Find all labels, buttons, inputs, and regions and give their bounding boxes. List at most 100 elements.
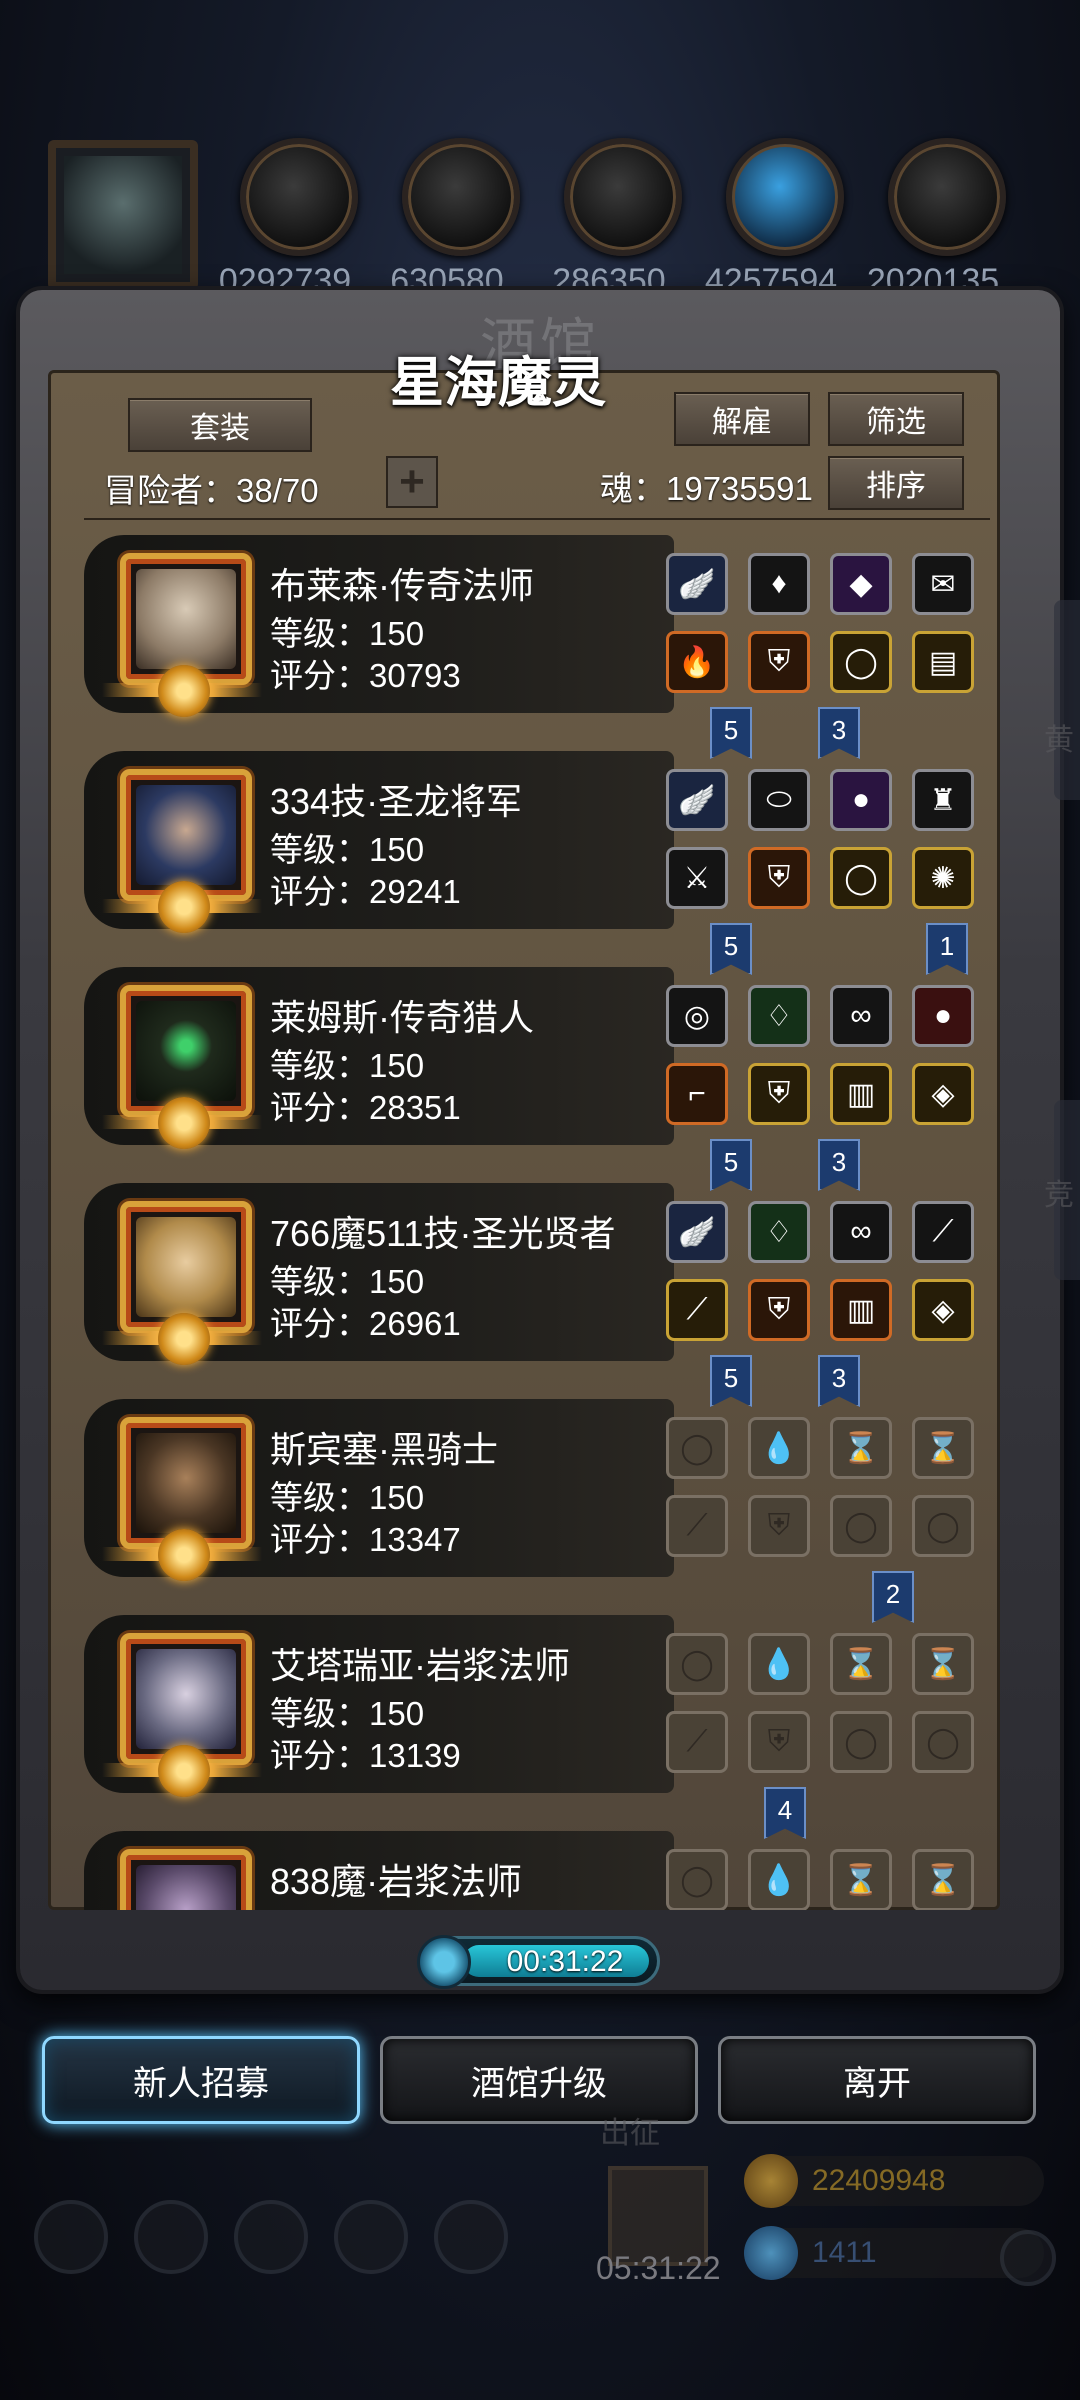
sword-equip-icon[interactable]: ⚔ [666,847,728,909]
wand-equip-icon[interactable]: ⟋ [912,1201,974,1263]
hero-list[interactable]: 布莱森·传奇法师 等级：150 评分：30793 🪽 ♦ ◆ ✉ 🔥 ⛨ ◯ ▤… [84,535,996,1910]
rank-emblem-icon [158,1313,210,1365]
wing-equip-icon[interactable]: 🪽 [666,769,728,831]
crystal-equip-icon[interactable]: ♢ [748,1201,810,1263]
gold-icon [744,2154,798,2208]
outfit-button[interactable]: 套装 [128,398,312,452]
armor-equip-icon[interactable]: ⛨ [748,847,810,909]
staff-equip-icon[interactable]: ⟋ [666,1279,728,1341]
mail-icon [334,2200,408,2274]
gem-bar: 1411 [744,2226,1044,2280]
hero-card[interactable]: 艾塔瑞亚·岩浆法师 等级：150 评分：13139 [84,1615,674,1797]
adventurer-count: 冒险者：38/70 [104,472,319,509]
enhance-badge: 5 [710,1355,752,1407]
hero-name: 334技·圣龙将军 [270,781,523,822]
resource-crystal-icon [726,138,844,256]
resource-iron-icon [564,138,682,256]
ruby-equip-icon[interactable]: ● [912,985,974,1047]
resource-stone-icon [888,138,1006,256]
empty-armor-slot-icon[interactable]: ⛨ [748,1711,810,1773]
gem-icon [744,2226,798,2280]
empty-crystal-slot-icon[interactable]: 💧 [748,1417,810,1479]
empty-ring-slot-icon[interactable]: ◯ [912,1495,974,1557]
crystal-equip-icon[interactable]: ♢ [748,985,810,1047]
hero-icon [434,2200,508,2274]
enhance-badge: 5 [710,707,752,759]
gauntlet-equip-icon[interactable]: ▥ [830,1063,892,1125]
panel-title: 星海魔灵 [390,353,606,413]
leave-button[interactable]: 离开 [718,2036,1036,2124]
gun-equip-icon[interactable]: ⌐ [666,1063,728,1125]
hero-card[interactable]: 布莱森·传奇法师 等级：150 评分：30793 [84,535,674,717]
book-equip-icon[interactable]: ▤ [912,631,974,693]
shield-equip-icon[interactable]: ◈ [912,1063,974,1125]
hero-level: 等级：150 [270,831,425,868]
hero-card[interactable]: 莱姆斯·传奇猎人 等级：150 评分：28351 [84,967,674,1149]
hero-name: 艾塔瑞亚·岩浆法师 [270,1645,570,1686]
filter-button[interactable]: 筛选 [828,392,964,446]
add-slot-button[interactable]: + [386,456,438,508]
gem-equip-icon[interactable]: ◆ [830,553,892,615]
scroll-equip-icon[interactable]: ✉ [912,553,974,615]
dismiss-button[interactable]: 解雇 [674,392,810,446]
wing-equip-icon[interactable]: 🪽 [666,1201,728,1263]
empty-ring-slot-icon[interactable]: ◯ [830,1711,892,1773]
hero-card[interactable]: 838魔·岩浆法师 [84,1831,674,1910]
pendant-equip-icon[interactable]: ♦ [748,553,810,615]
staff-equip-icon[interactable]: 🔥 [666,631,728,693]
empty-staff-slot-icon[interactable]: ⟋ [666,1711,728,1773]
hero-card[interactable]: 766魔511技·圣光贤者 等级：150 评分：26961 [84,1183,674,1365]
cloak-equip-icon[interactable]: ♜ [912,769,974,831]
hero-score: 评分：13139 [270,1737,461,1774]
empty-belt-slot-icon[interactable]: ◯ [666,1849,728,1910]
empty-accessory-slot-icon[interactable]: ⌛ [912,1633,974,1695]
empty-accessory-slot-icon[interactable]: ⌛ [912,1417,974,1479]
empty-accessory-slot-icon[interactable]: ⌛ [830,1849,892,1910]
ring-equip-icon[interactable]: ◯ [830,847,892,909]
bracer-equip-icon[interactable]: ⬭ [748,769,810,831]
armor-equip-icon[interactable]: ⛨ [748,631,810,693]
rank-emblem-icon [158,665,210,717]
rank-emblem-icon [158,1529,210,1581]
hero-card[interactable]: 334技·圣龙将军 等级：150 评分：29241 [84,751,674,933]
hero-card[interactable]: 斯宾塞·黑骑士 等级：150 评分：13347 [84,1399,674,1581]
wing-equip-icon[interactable]: 🪽 [666,553,728,615]
hero-score: 评分：28351 [270,1089,461,1126]
sort-button[interactable]: 排序 [828,456,964,510]
ring-equip-icon[interactable]: ◯ [830,631,892,693]
empty-belt-slot-icon[interactable]: ◯ [666,1633,728,1695]
armor-equip-icon[interactable]: ⛨ [748,1279,810,1341]
hero-score: 评分：26961 [270,1305,461,1342]
empty-accessory-slot-icon[interactable]: ⌛ [830,1633,892,1695]
clock-icon [417,1935,471,1989]
enhance-badge: 3 [818,1139,860,1191]
player-avatar[interactable] [48,140,198,290]
recruit-button[interactable]: 新人招募 [42,2036,360,2124]
belt-equip-icon[interactable]: ◎ [666,985,728,1047]
empty-ring-slot-icon[interactable]: ◯ [830,1495,892,1557]
amulet-equip-icon[interactable]: ◈ [912,1279,974,1341]
amulet-equip-icon[interactable]: ✺ [912,847,974,909]
side-label: 黄 [1044,724,1074,757]
orb-equip-icon[interactable]: ● [830,769,892,831]
empty-crystal-slot-icon[interactable]: 💧 [748,1633,810,1695]
empty-armor-slot-icon[interactable]: ⛨ [748,1495,810,1557]
goggles-equip-icon[interactable]: ∞ [830,985,892,1047]
empty-belt-slot-icon[interactable]: ◯ [666,1417,728,1479]
empty-crystal-slot-icon[interactable]: 💧 [748,1849,810,1910]
rank-emblem-icon [158,1097,210,1149]
empty-ring-slot-icon[interactable]: ◯ [912,1711,974,1773]
empty-accessory-slot-icon[interactable]: ⌛ [830,1417,892,1479]
upgrade-timer: 00:31:22 [417,1935,660,1989]
hero-level: 等级：150 [270,615,425,652]
empty-accessory-slot-icon[interactable]: ⌛ [912,1849,974,1910]
add-gems-icon [1000,2230,1056,2286]
enhance-badge: 5 [710,1139,752,1191]
resource-meat-icon [240,138,358,256]
soul-count: 魂：19735591 [600,470,813,507]
armor-equip-icon[interactable]: ⛨ [748,1063,810,1125]
goggles-equip-icon[interactable]: ∞ [830,1201,892,1263]
gloves-equip-icon[interactable]: ▥ [830,1279,892,1341]
empty-weapon-slot-icon[interactable]: ⟋ [666,1495,728,1557]
enhance-badge: 1 [926,923,968,975]
